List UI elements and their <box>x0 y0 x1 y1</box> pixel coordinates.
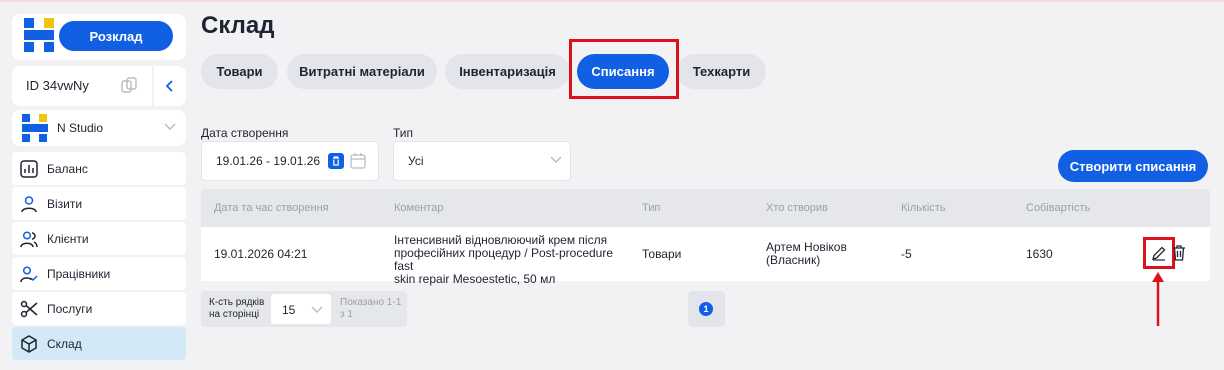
copy-icon[interactable] <box>120 76 138 94</box>
shown-count: Показано 1-1 з 1 <box>340 297 402 321</box>
studio-selector[interactable]: N Studio <box>12 110 186 146</box>
user-icon <box>21 196 37 213</box>
tab-products[interactable]: Товари <box>201 54 278 89</box>
rows-label-line: на сторінці <box>209 309 260 320</box>
collapse-sidebar-button[interactable] <box>154 66 186 106</box>
sidebar-item-label: Клієнти <box>47 232 89 246</box>
clear-date-icon[interactable] <box>328 153 344 169</box>
cell-comment: Інтенсивний відновлюючий крем після проф… <box>394 234 634 286</box>
rows-per-page-select[interactable]: 15 <box>271 294 331 324</box>
cell-quantity: -5 <box>901 247 912 261</box>
page-title: Склад <box>201 12 275 39</box>
sidebar-item-label: Баланс <box>47 162 88 176</box>
account-id-row: ID 34vwNy <box>12 66 186 106</box>
cell-cost: 1630 <box>1026 247 1053 261</box>
comment-line: професійних процедур / Post-procedure fa… <box>394 246 614 273</box>
sidebar-item-clients[interactable]: Клієнти <box>12 222 186 255</box>
sidebar-item-label: Візити <box>47 197 83 211</box>
logo-row: Розклад <box>12 14 186 60</box>
tab-inventory[interactable]: Інвентаризація <box>445 54 570 89</box>
sidebar-item-label: Склад <box>47 337 82 351</box>
rows-label-line: К-сть рядків <box>209 297 265 308</box>
cell-type: Товари <box>642 247 682 261</box>
date-range-value: 19.01.26 - 19.01.26 <box>216 154 321 168</box>
sidebar-item-balance[interactable]: Баланс <box>12 152 186 185</box>
chevron-down-icon <box>311 306 323 313</box>
shown-line: Показано 1-1 <box>340 297 402 308</box>
shown-line: з 1 <box>340 309 353 320</box>
annotation-highlight-tab <box>569 39 679 99</box>
cell-datetime: 19.01.2026 04:21 <box>214 247 308 261</box>
studio-logo-icon <box>22 114 48 142</box>
write-off-table: Дата та час створення Коментар Тип Хто с… <box>201 189 1210 286</box>
column-header: Кількість <box>901 202 946 214</box>
users-icon <box>20 231 38 248</box>
calendar-icon[interactable] <box>350 152 366 170</box>
sidebar-item-label: Послуги <box>47 302 93 316</box>
type-filter-label: Тип <box>393 126 414 140</box>
pencil-icon <box>1152 246 1166 261</box>
schedule-button[interactable]: Розклад <box>59 21 173 51</box>
sidebar-item-warehouse[interactable]: Склад <box>12 327 186 360</box>
account-id: ID 34vwNy <box>26 78 89 93</box>
sidebar-item-label: Працівники <box>47 267 111 281</box>
annotation-arrow-up-icon <box>1152 272 1164 326</box>
column-header: Хто створив <box>766 202 828 214</box>
studio-name: N Studio <box>57 121 104 135</box>
creator-role: (Власник) <box>766 253 821 267</box>
table-header: Дата та час створення Коментар Тип Хто с… <box>201 189 1210 227</box>
rows-per-page-label: К-сть рядків на сторінці <box>209 297 271 321</box>
sidebar-nav: Баланс Візити Клієнти Працівники Послуги… <box>12 152 186 362</box>
column-header: Коментар <box>394 202 444 214</box>
user-check-icon <box>20 266 38 283</box>
chevron-down-icon <box>550 156 562 163</box>
account-id-box: ID 34vwNy <box>12 66 152 106</box>
pagination: 1 <box>688 291 725 327</box>
trash-icon[interactable] <box>1171 244 1187 262</box>
tab-consumables[interactable]: Витратні матеріали <box>287 54 437 89</box>
column-header: Собівартість <box>1026 202 1091 214</box>
rows-per-page: К-сть рядків на сторінці 15 Показано 1-1… <box>201 291 407 327</box>
page-button[interactable]: 1 <box>699 302 713 316</box>
table-row[interactable]: 19.01.2026 04:21 Інтенсивний відновлюючи… <box>201 227 1210 286</box>
app-logo-icon <box>24 18 54 52</box>
scissors-icon <box>20 300 38 318</box>
tab-tech-cards[interactable]: Техкарти <box>677 54 766 89</box>
rows-per-page-value: 15 <box>282 303 296 317</box>
date-range-input[interactable]: 19.01.26 - 19.01.26 <box>201 141 379 181</box>
date-filter-label: Дата створення <box>201 126 289 140</box>
sidebar-item-services[interactable]: Послуги <box>12 292 186 325</box>
column-header: Тип <box>642 202 661 214</box>
chevron-left-icon <box>165 80 173 92</box>
cell-creator: Артем Новіков (Власник) <box>766 241 847 267</box>
chevron-down-icon <box>164 123 176 130</box>
column-header: Дата та час створення <box>214 202 329 214</box>
sidebar-item-visits[interactable]: Візити <box>12 187 186 220</box>
top-border <box>0 0 1224 2</box>
sidebar-item-employees[interactable]: Працівники <box>12 257 186 290</box>
create-write-off-button[interactable]: Створити списання <box>1058 150 1208 182</box>
sidebar: Розклад ID 34vwNy N Studio Баланс Візити… <box>12 14 186 370</box>
comment-line: skin repair Mesoestetic, 50 мл <box>394 272 556 286</box>
chart-icon <box>20 160 38 178</box>
type-select-value: Усі <box>408 154 424 168</box>
box-icon <box>21 335 37 353</box>
type-select[interactable]: Усі <box>393 141 571 181</box>
